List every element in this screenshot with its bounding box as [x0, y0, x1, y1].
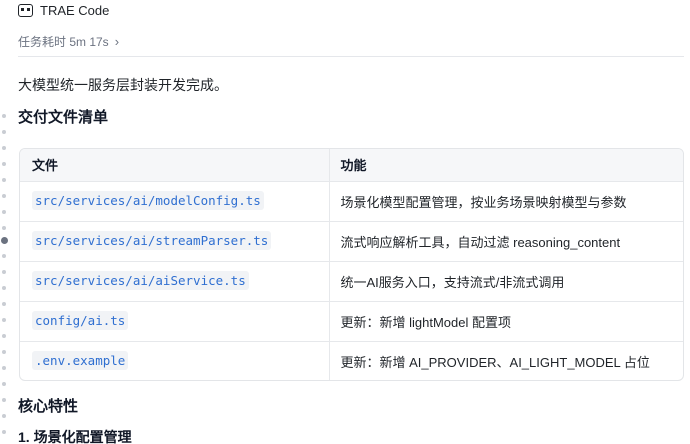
chevron-right-icon: › — [114, 33, 120, 49]
app-title: TRAE Code — [40, 2, 110, 18]
table-row: config/ai.ts 更新：新增 lightModel 配置项 — [20, 301, 683, 342]
timeline-dot — [2, 302, 6, 306]
chat-message-panel: TRAE Code 任务耗时 5m 17s › 大模型统一服务层封装开发完成。 … — [0, 0, 690, 444]
timeline-dot — [2, 226, 6, 230]
timeline-dot-active[interactable] — [1, 237, 8, 244]
timeline-dot — [2, 430, 6, 434]
file-path[interactable]: config/ai.ts — [32, 311, 129, 330]
function-cell: 统一AI服务入口，支持流式/非流式调用 — [329, 261, 683, 302]
timeline-dot — [2, 270, 6, 274]
timeline-dot — [2, 382, 6, 386]
function-cell: 流式响应解析工具，自动过滤 reasoning_content — [329, 221, 683, 262]
timeline-dot — [2, 350, 6, 354]
divider — [18, 56, 684, 57]
timeline-rail — [0, 112, 8, 442]
files-table: 文件 功能 src/services/ai/modelConfig.ts 场景化… — [19, 148, 684, 381]
file-cell: src/services/ai/streamParser.ts — [20, 221, 330, 262]
trae-icon — [18, 3, 33, 17]
file-path[interactable]: src/services/ai/aiService.ts — [32, 271, 249, 290]
table-row: src/services/ai/aiService.ts 统一AI服务入口，支持… — [20, 261, 683, 302]
table-row: .env.example 更新：新增 AI_PROVIDER、AI_LIGHT_… — [20, 341, 683, 380]
timeline-dot — [2, 178, 6, 182]
summary-text: 大模型统一服务层封装开发完成。 — [18, 77, 228, 93]
timeline-dot — [2, 318, 6, 322]
files-heading: 交付文件清单 — [18, 109, 109, 126]
message-header: TRAE Code — [18, 0, 109, 20]
column-header-function: 功能 — [329, 149, 683, 182]
timeline-dot — [2, 366, 6, 370]
function-cell: 更新：新增 lightModel 配置项 — [329, 301, 683, 342]
sub-heading: 1. 场景化配置管理 — [18, 429, 132, 444]
file-cell: .env.example — [20, 341, 330, 380]
timeline-dot — [2, 146, 6, 150]
timeline-dot — [2, 398, 6, 402]
timeline-dot — [2, 162, 6, 166]
timeline-dot — [2, 130, 6, 134]
task-duration-label: 任务耗时 5m 17s — [18, 34, 109, 49]
table-row: src/services/ai/streamParser.ts 流式响应解析工具… — [20, 221, 683, 262]
file-path[interactable]: src/services/ai/modelConfig.ts — [32, 191, 264, 210]
timeline-dot — [2, 414, 6, 418]
table-row: src/services/ai/modelConfig.ts 场景化模型配置管理… — [20, 181, 683, 222]
features-heading: 核心特性 — [18, 398, 79, 415]
timeline-dot — [2, 254, 6, 258]
column-header-file: 文件 — [20, 149, 330, 182]
file-cell: config/ai.ts — [20, 301, 330, 342]
file-path[interactable]: .env.example — [32, 351, 129, 371]
timeline-dot — [2, 194, 6, 198]
table-header-row: 文件 功能 — [20, 149, 683, 182]
timeline-dot — [2, 286, 6, 290]
file-cell: src/services/ai/aiService.ts — [20, 261, 330, 302]
file-path[interactable]: src/services/ai/streamParser.ts — [32, 231, 272, 250]
task-duration-toggle[interactable]: 任务耗时 5m 17s › — [18, 33, 119, 49]
function-cell: 更新：新增 AI_PROVIDER、AI_LIGHT_MODEL 占位 — [340, 354, 650, 370]
timeline-dot — [2, 114, 6, 118]
file-cell: src/services/ai/modelConfig.ts — [20, 181, 330, 222]
timeline-dot — [2, 334, 6, 338]
timeline-dot — [2, 210, 6, 214]
function-cell: 场景化模型配置管理，按业务场景映射模型与参数 — [329, 181, 683, 222]
